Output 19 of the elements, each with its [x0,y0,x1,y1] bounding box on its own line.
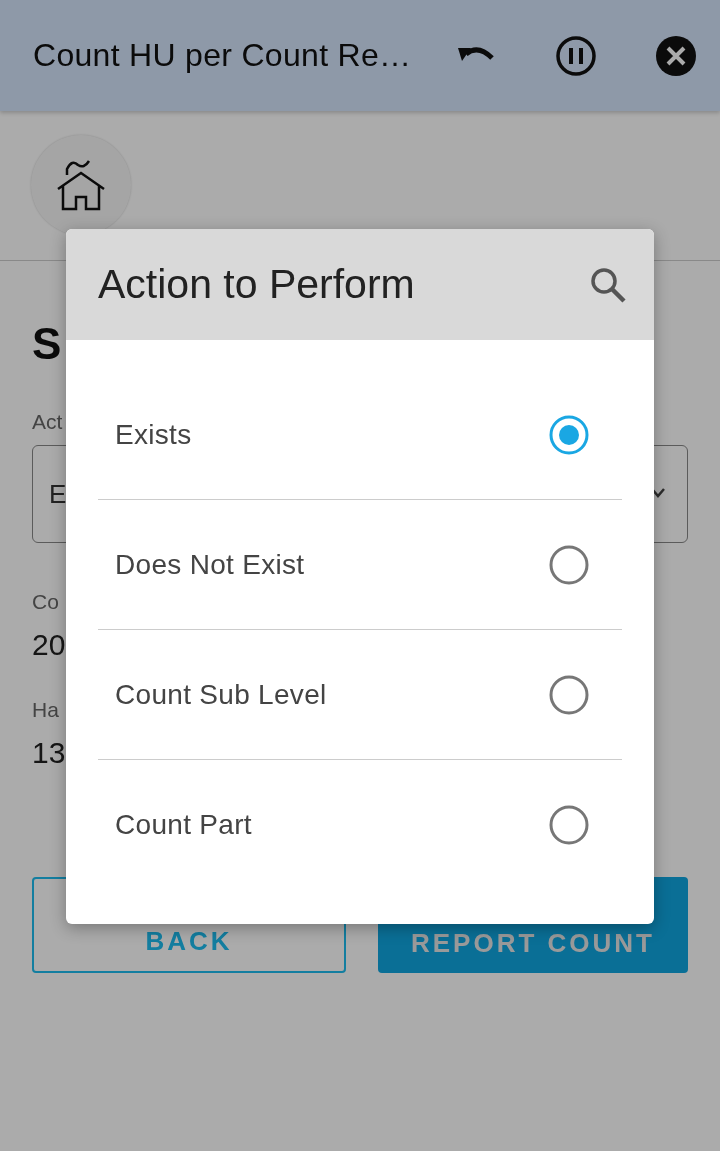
radio-button[interactable] [548,543,590,586]
option-label[interactable]: Count Sub Level [115,678,327,711]
option-label[interactable]: Count Part [115,809,252,841]
field-label: Act [32,409,63,435]
field-value: 20 [32,629,66,661]
field-value: 13 [32,737,66,769]
radio-button[interactable] [548,413,590,456]
screen-title: Count HU per Count Re… [33,37,413,74]
caret-icon [651,488,665,498]
option-label[interactable]: Exists [115,418,192,451]
option-label[interactable]: Does Not Exist [115,548,305,581]
dialog-title: Action to Perform [98,261,415,308]
pause-icon[interactable] [554,33,598,78]
page-heading: S [32,319,63,369]
close-icon[interactable] [654,33,698,78]
radio-button[interactable] [548,673,590,716]
field-label: Ha [32,697,59,723]
radio-button[interactable] [548,804,590,846]
field-label: Co [32,589,59,615]
